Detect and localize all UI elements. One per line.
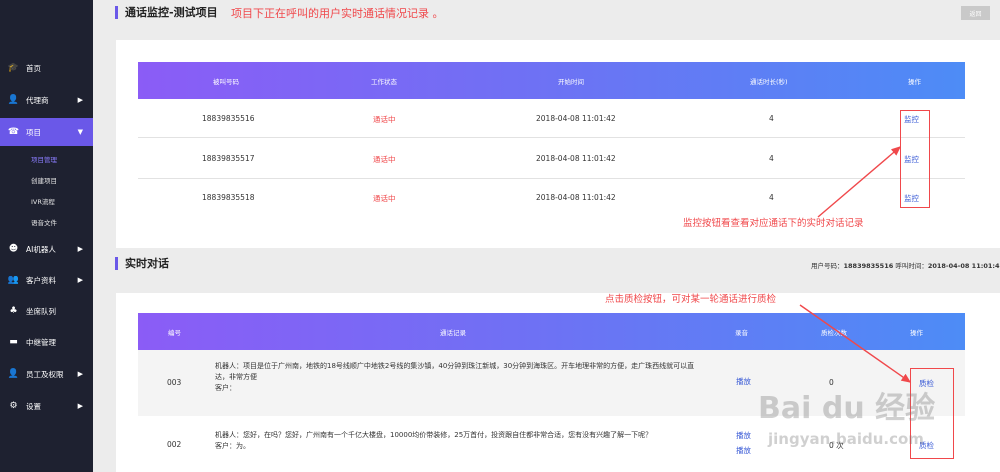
nav-label: 项目 (26, 127, 41, 137)
col-header: 开始时间 (558, 77, 584, 86)
main-content: 通话监控-测试项目 项目下正在呼叫的用户实时通话情况记录 。 返回 被叫号码 工… (93, 0, 1000, 472)
nav-project[interactable]: ☎ 项目 ▼ (0, 118, 93, 146)
duration: 4 (769, 193, 774, 202)
nav-agent[interactable]: 👤 代理商 ▶ (0, 86, 93, 114)
play-link[interactable]: 播放 (736, 445, 751, 456)
chevron-right-icon: ▶ (77, 245, 83, 253)
nav-label: 员工及权限 (26, 369, 64, 379)
calls-table-header: 被叫号码 工作状态 开始时间 通话时长(秒) 操作 (138, 62, 965, 99)
nav-label: 首页 (26, 63, 41, 73)
customer-line: 客户： (215, 384, 236, 392)
staff-permission-icon: 👤 (7, 369, 20, 379)
divider (138, 178, 965, 179)
nav-label: 设置 (26, 401, 41, 411)
page-title: 通话监控-测试项目 (115, 6, 218, 19)
start-time: 2018-04-08 11:01:42 (536, 193, 616, 202)
start-time: 2018-04-08 11:01:42 (536, 114, 616, 123)
col-header: 工作状态 (371, 77, 397, 86)
start-time: 2018-04-08 11:01:42 (536, 154, 616, 163)
col-header: 被叫号码 (213, 77, 239, 86)
nav-settings[interactable]: ⚙ 设置 ▶ (0, 392, 93, 420)
monitor-callout-text: 监控按钮看查看对应通话下的实时对话记录 (683, 218, 864, 229)
chevron-down-icon: ▼ (77, 128, 83, 136)
divider (138, 137, 965, 138)
monitor-callout-box (900, 110, 930, 208)
robot-line: 机器人：项目是位于广州南，地铁的18号线顺广中地铁2号线的集沙镇，40分钟到珠江… (215, 362, 695, 381)
nav-label: 代理商 (26, 95, 49, 105)
col-header: 通话记录 (440, 328, 466, 337)
chevron-right-icon: ▶ (77, 276, 83, 284)
col-header: 操作 (910, 328, 923, 337)
customer-icon: 👥 (7, 275, 20, 285)
robot-icon: ☻ (8, 244, 19, 254)
subnav-voice-files[interactable]: 语音文件 (0, 211, 93, 232)
agent-user-icon: 👤 (7, 95, 20, 105)
header-note: 项目下正在呼叫的用户实时通话情况记录 。 (231, 7, 444, 20)
sidebar: 🎓 首页 👤 代理商 ▶ ☎ 项目 ▼ 项目管理 创建项目 IVR流程 语音文件… (0, 0, 93, 472)
record-id: 003 (167, 378, 182, 387)
nav-relay[interactable]: ▬ 中继管理 (0, 328, 93, 356)
chevron-right-icon: ▶ (77, 370, 83, 378)
call-time: 2018-04-08 11:01:42 (927, 262, 1000, 270)
call-time-label: 呼叫时间： (895, 262, 928, 270)
dialog-table-header: 编号 通话记录 录音 质检次数 操作 (138, 313, 965, 350)
nav-staff[interactable]: 👤 员工及权限 ▶ (0, 360, 93, 388)
col-header: 录音 (735, 328, 748, 337)
work-status: 通话中 (373, 115, 396, 124)
subnav-ivr[interactable]: IVR流程 (0, 190, 93, 211)
col-header: 通话时长(秒) (750, 77, 788, 86)
gear-icon: ⚙ (9, 401, 18, 411)
called-number: 18839835518 (202, 193, 255, 202)
seat-queue-icon: ♣ (9, 306, 18, 316)
nav-label: 客户资料 (26, 275, 56, 285)
phone-icon: ☎ (7, 127, 20, 137)
nav-customer[interactable]: 👥 客户资料 ▶ (0, 266, 93, 294)
play-link[interactable]: 播放 (736, 376, 751, 387)
duration: 4 (769, 154, 774, 163)
user-number: 18839835516 (843, 262, 894, 270)
play-link[interactable]: 播放 (736, 430, 751, 441)
back-button[interactable]: 返回 (961, 6, 990, 20)
subnav-project-manage[interactable]: 项目管理 (0, 148, 93, 169)
dialog-record: 机器人：项目是位于广州南，地铁的18号线顺广中地铁2号线的集沙镇，40分钟到珠江… (215, 361, 695, 394)
watermark-url: jingyan.baidu.com (768, 430, 924, 448)
work-status: 通话中 (373, 194, 396, 203)
called-number: 18839835516 (202, 114, 255, 123)
realtime-title: 实时对话 (115, 257, 169, 270)
chevron-right-icon: ▶ (77, 96, 83, 104)
robot-line: 机器人：您好，在吗？您好，广州南有一个千亿大楼盘，10000均价带装修，25万首… (215, 431, 653, 439)
duration: 4 (769, 114, 774, 123)
dialog-record: 机器人：您好，在吗？您好，广州南有一个千亿大楼盘，10000均价带装修，25万首… (215, 430, 695, 452)
relay-icon: ▬ (9, 337, 18, 347)
nav-label: 中继管理 (26, 337, 56, 347)
hat-icon: 🎓 (7, 63, 20, 73)
col-header: 质检次数 (821, 328, 847, 337)
nav-ai-robot[interactable]: ☻ AI机器人 ▶ (0, 235, 93, 263)
user-number-label: 用户号码： (811, 262, 844, 270)
col-header: 操作 (908, 77, 921, 86)
subnav-create-project[interactable]: 创建项目 (0, 169, 93, 190)
nav-label: AI机器人 (26, 244, 56, 254)
customer-line: 客户：为。 (215, 442, 250, 450)
nav-seat-queue[interactable]: ♣ 坐席队列 (0, 297, 93, 325)
watermark-brand: Bai du 经验 (758, 391, 936, 426)
call-info: 用户号码：18839835516 呼叫时间：2018-04-08 11:01:4… (811, 260, 1000, 270)
called-number: 18839835517 (202, 154, 255, 163)
nav-label: 坐席队列 (26, 306, 56, 316)
qc-callout-text: 点击质检按钮，可对某一轮通话进行质检 (605, 294, 777, 305)
col-header: 编号 (168, 328, 181, 337)
nav-home[interactable]: 🎓 首页 (0, 54, 93, 82)
record-id: 002 (167, 440, 182, 449)
chevron-right-icon: ▶ (77, 402, 83, 410)
work-status: 通话中 (373, 155, 396, 164)
